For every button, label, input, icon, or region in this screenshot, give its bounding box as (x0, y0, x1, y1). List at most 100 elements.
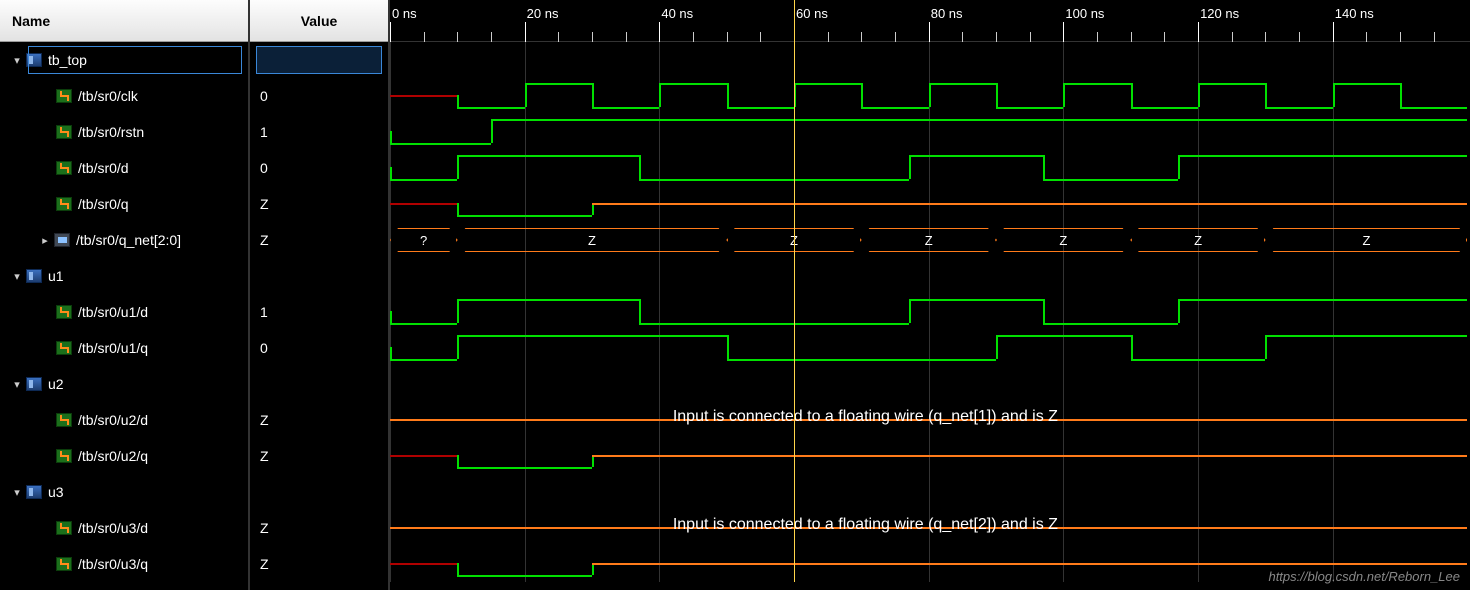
value-cell: Z (250, 510, 388, 546)
chevron-down-icon[interactable]: ▾ (10, 269, 24, 283)
sig-icon (56, 305, 72, 319)
ruler-tick-label: 0 ns (392, 6, 417, 21)
signal-name: /tb/sr0/u3/d (78, 520, 148, 536)
tree-row[interactable]: ▾ u1 (0, 258, 248, 294)
name-header[interactable]: Name (0, 0, 248, 42)
tree-row[interactable]: /tb/sr0/u2/q (0, 438, 248, 474)
chevron-right-icon[interactable]: ▸ (38, 233, 52, 247)
sig-icon (56, 521, 72, 535)
tree-row[interactable]: /tb/sr0/u2/d (0, 402, 248, 438)
ruler-tick-label: 40 ns (661, 6, 693, 21)
tree-row[interactable]: ▾ u3 (0, 474, 248, 510)
sig-icon (56, 341, 72, 355)
name-panel: Name ▾ tb_top/tb/sr0/clk/tb/sr0/rstn/tb/s… (0, 0, 250, 590)
module-icon (26, 485, 42, 499)
tree-row[interactable]: /tb/sr0/u1/d (0, 294, 248, 330)
signal-name: /tb/sr0/u1/d (78, 304, 148, 320)
time-ruler[interactable]: 0 ns 20 ns 40 ns 60 ns 80 ns 100 ns 120 ns 140 … (390, 0, 1470, 42)
waveform-track[interactable] (390, 438, 1470, 474)
value-cell (250, 474, 388, 510)
ruler-tick-label: 140 ns (1335, 6, 1374, 21)
sig-icon (56, 161, 72, 175)
waveform-area[interactable]: 0 ns 20 ns 40 ns 60 ns 80 ns 100 ns 120 ns 140 … (390, 0, 1470, 590)
ruler-tick-label: 60 ns (796, 6, 828, 21)
bus-value: Z (1131, 228, 1266, 252)
signal-name: /tb/sr0/q_net[2:0] (76, 232, 181, 248)
value-cell (250, 258, 388, 294)
value-cell: Z (250, 222, 388, 258)
value-cell: 1 (250, 114, 388, 150)
value-cell: 1 (250, 294, 388, 330)
waveform-track[interactable] (390, 294, 1470, 330)
value-cell: Z (250, 402, 388, 438)
tree-row[interactable]: /tb/sr0/d (0, 150, 248, 186)
ruler-tick-label: 80 ns (931, 6, 963, 21)
value-cell: 0 (250, 78, 388, 114)
chevron-down-icon[interactable]: ▾ (10, 53, 24, 67)
chevron-down-icon[interactable]: ▾ (10, 377, 24, 391)
module-icon (26, 269, 42, 283)
name-tree[interactable]: ▾ tb_top/tb/sr0/clk/tb/sr0/rstn/tb/sr0/d /… (0, 42, 248, 590)
tree-row[interactable]: /tb/sr0/u3/d (0, 510, 248, 546)
sig-icon (56, 449, 72, 463)
signal-name: /tb/sr0/u3/q (78, 556, 148, 572)
sig-icon (56, 197, 72, 211)
bus-value: Z (861, 228, 996, 252)
value-column: 010ZZ10ZZZZ (250, 42, 388, 590)
annotation-text: Input is connected to a floating wire (q… (673, 408, 1058, 426)
value-cell: 0 (250, 330, 388, 366)
waveform-track[interactable] (390, 114, 1470, 150)
ruler-tick-label: 20 ns (527, 6, 559, 21)
sig-icon (56, 413, 72, 427)
value-cell: Z (250, 186, 388, 222)
tree-row[interactable]: /tb/sr0/rstn (0, 114, 248, 150)
value-header[interactable]: Value (250, 0, 388, 42)
value-cell: 0 (250, 150, 388, 186)
signal-name: /tb/sr0/u1/q (78, 340, 148, 356)
waveform-track[interactable] (390, 186, 1470, 222)
signal-name: /tb/sr0/clk (78, 88, 138, 104)
time-cursor[interactable] (794, 42, 795, 582)
bus-value: Z (996, 228, 1131, 252)
signal-name: u2 (48, 376, 64, 392)
sig-icon (56, 89, 72, 103)
signal-name: /tb/sr0/q (78, 196, 129, 212)
tree-row[interactable]: /tb/sr0/u1/q (0, 330, 248, 366)
value-cell: Z (250, 546, 388, 582)
waveform-track[interactable] (390, 330, 1470, 366)
time-cursor[interactable] (794, 0, 795, 42)
name-header-label: Name (12, 13, 50, 29)
annotation-text: Input is connected to a floating wire (q… (673, 516, 1058, 534)
module-icon (26, 377, 42, 391)
tree-row[interactable]: ▸ /tb/sr0/q_net[2:0] (0, 222, 248, 258)
sig-icon (56, 557, 72, 571)
bus-value: ? (390, 228, 457, 252)
watermark-text: https://blog.csdn.net/Reborn_Lee (1268, 569, 1460, 584)
waveform-tracks[interactable]: ?ZZZZZZ Input is connected to a floating … (390, 42, 1470, 582)
bus-value: Z (1265, 228, 1467, 252)
tree-row[interactable]: /tb/sr0/u3/q (0, 546, 248, 582)
waveform-track[interactable] (390, 150, 1470, 186)
ruler-tick-label: 100 ns (1065, 6, 1104, 21)
signal-name: /tb/sr0/u2/q (78, 448, 148, 464)
waveform-track[interactable] (390, 78, 1470, 114)
signal-name: u3 (48, 484, 64, 500)
signal-name: tb_top (48, 52, 87, 68)
sig-icon (56, 125, 72, 139)
value-cell (250, 366, 388, 402)
chevron-down-icon[interactable]: ▾ (10, 485, 24, 499)
value-cell: Z (250, 438, 388, 474)
signal-name: /tb/sr0/d (78, 160, 129, 176)
value-header-label: Value (301, 13, 338, 29)
signal-name: u1 (48, 268, 64, 284)
tree-row[interactable]: /tb/sr0/clk (0, 78, 248, 114)
module-icon (26, 53, 42, 67)
tree-row[interactable]: /tb/sr0/q (0, 186, 248, 222)
tree-row[interactable]: ▾ u2 (0, 366, 248, 402)
waveform-track[interactable]: ?ZZZZZZ (390, 222, 1470, 258)
value-panel: Value 010ZZ10ZZZZ (250, 0, 390, 590)
signal-name: /tb/sr0/rstn (78, 124, 144, 140)
ruler-tick-label: 120 ns (1200, 6, 1239, 21)
tree-row[interactable]: ▾ tb_top (0, 42, 248, 78)
bus-value: Z (457, 228, 726, 252)
